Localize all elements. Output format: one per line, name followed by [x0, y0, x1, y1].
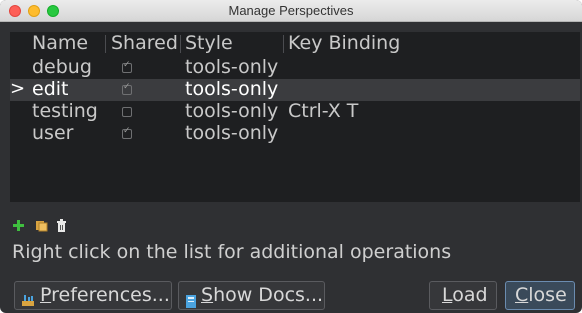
show-docs-label: how Docs...: [213, 284, 324, 306]
preferences-button[interactable]: Preferences...: [14, 281, 172, 310]
docs-icon: [185, 289, 197, 313]
row-style: tools-only: [185, 100, 279, 122]
column-header-shared[interactable]: Shared: [111, 32, 178, 54]
row-name: user: [32, 122, 74, 144]
shared-checkbox[interactable]: [122, 82, 132, 95]
title-bar: Manage Perspectives: [0, 0, 582, 22]
load-label: oad: [452, 284, 488, 306]
preferences-icon: [21, 288, 35, 313]
shared-checkbox[interactable]: [122, 126, 132, 139]
row-name: testing: [32, 100, 98, 122]
column-header-style[interactable]: Style: [185, 32, 233, 54]
shared-checkbox[interactable]: [122, 107, 132, 117]
table-row[interactable]: testing tools-only Ctrl-X T: [10, 100, 580, 123]
row-key-binding: Ctrl-X T: [288, 100, 359, 122]
close-mnemonic: C: [515, 284, 529, 306]
row-name: debug: [32, 56, 92, 78]
table-row[interactable]: debug tools-only: [10, 56, 580, 79]
show-docs-mnemonic: S: [201, 284, 214, 306]
table-row-selected[interactable]: > edit tools-only: [10, 78, 580, 101]
shared-checkbox[interactable]: [122, 60, 132, 73]
column-header-name[interactable]: Name: [32, 32, 88, 54]
perspectives-table[interactable]: Name Shared Style Key Binding debug tool…: [10, 32, 580, 202]
add-icon[interactable]: [12, 217, 25, 236]
show-docs-button[interactable]: Show Docs...: [178, 281, 325, 310]
row-style: tools-only: [185, 56, 279, 78]
window-title: Manage Perspectives: [228, 3, 354, 18]
close-button[interactable]: Close: [505, 281, 575, 310]
row-style: tools-only: [185, 78, 279, 100]
delete-icon[interactable]: [56, 217, 67, 236]
row-style: tools-only: [185, 122, 279, 144]
row-name: edit: [32, 78, 69, 100]
close-label: lose: [528, 284, 567, 306]
table-header: Name Shared Style Key Binding: [10, 32, 580, 56]
load-button[interactable]: Load: [429, 281, 497, 310]
help-text: Right click on the list for additional o…: [12, 241, 452, 263]
column-header-key-binding[interactable]: Key Binding: [288, 32, 400, 54]
dialog-window: Manage Perspectives Name Shared Style Ke…: [0, 0, 582, 313]
preferences-mnemonic: P: [40, 284, 52, 306]
load-mnemonic: L: [442, 284, 453, 306]
table-row[interactable]: user tools-only: [10, 122, 580, 145]
copy-icon[interactable]: [35, 217, 48, 236]
selection-marker: >: [10, 78, 26, 99]
preferences-label: references...: [51, 284, 170, 306]
